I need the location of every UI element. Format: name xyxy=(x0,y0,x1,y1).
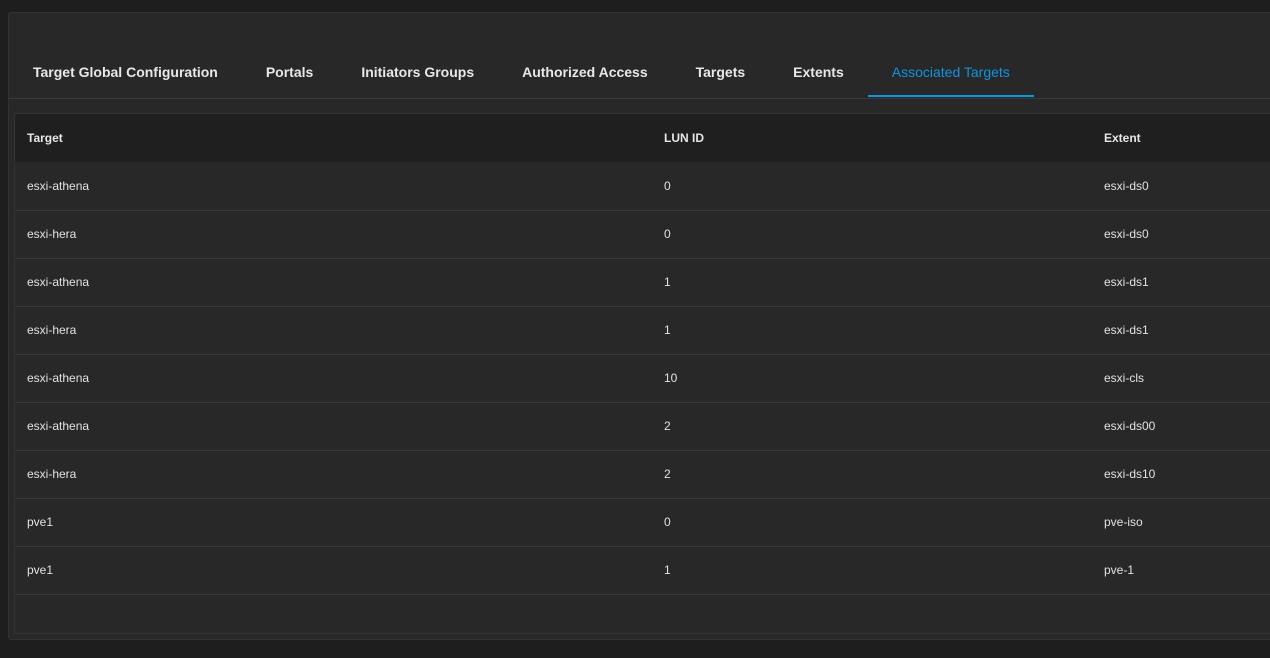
associated-targets-table-container: Target LUN ID Extent esxi-athena 0 esxi-… xyxy=(14,113,1270,634)
table-row[interactable]: esxi-athena 10 esxi-cls xyxy=(15,354,1270,402)
iscsi-panel: Target Global Configuration Portals Init… xyxy=(8,12,1270,640)
cell-lun-id: 0 xyxy=(664,178,671,193)
cell-target: pve1 xyxy=(27,563,54,577)
tab-initiators-groups[interactable]: Initiators Groups xyxy=(337,50,498,97)
cell-lun-id: 0 xyxy=(664,227,671,241)
cell-target: pve1 xyxy=(27,515,54,529)
cell-target: esxi-hera xyxy=(27,467,77,481)
tab-associated-targets[interactable]: Associated Targets xyxy=(867,50,1034,97)
cell-lun-id: 1 xyxy=(664,563,671,577)
table-header-row: Target LUN ID Extent xyxy=(15,114,1270,162)
tab-target-global-configuration[interactable]: Target Global Configuration xyxy=(9,50,242,97)
table-row[interactable]: esxi-athena 1 esxi-ds1 xyxy=(15,258,1270,306)
cell-target: esxi-hera xyxy=(27,323,77,337)
cell-extent: esxi-ds0 xyxy=(1104,227,1149,241)
tab-bar: Target Global Configuration Portals Init… xyxy=(9,50,1270,99)
cell-lun-id: 1 xyxy=(664,275,671,289)
tab-extents[interactable]: Extents xyxy=(769,50,868,97)
table-row[interactable]: pve1 0 pve-iso xyxy=(15,498,1270,546)
column-header-lun-id[interactable]: LUN ID xyxy=(652,114,1092,162)
table-row[interactable]: esxi-hera 2 esxi-ds10 xyxy=(15,450,1270,498)
table-row[interactable]: esxi-athena 0 esxi-ds0 xyxy=(15,162,1270,210)
cell-extent: esxi-ds1 xyxy=(1104,275,1149,289)
cell-extent: esxi-ds00 xyxy=(1104,419,1156,433)
cell-extent: esxi-ds1 xyxy=(1104,323,1149,337)
associated-targets-table: Target LUN ID Extent esxi-athena 0 esxi-… xyxy=(15,114,1270,595)
cell-target: esxi-athena xyxy=(27,419,90,433)
cell-lun-id: 0 xyxy=(664,515,671,529)
cell-extent: esxi-ds0 xyxy=(1104,178,1149,193)
cell-extent: esxi-ds10 xyxy=(1104,467,1156,481)
cell-extent: esxi-cls xyxy=(1104,371,1145,385)
table-row[interactable]: esxi-athena 2 esxi-ds00 xyxy=(15,402,1270,450)
cell-lun-id: 2 xyxy=(664,419,671,433)
tab-targets[interactable]: Targets xyxy=(672,50,770,97)
cell-target: esxi-hera xyxy=(27,227,77,241)
tab-authorized-access[interactable]: Authorized Access xyxy=(498,50,672,97)
table-row[interactable]: esxi-hera 0 esxi-ds0 xyxy=(15,210,1270,258)
tab-portals[interactable]: Portals xyxy=(242,50,337,97)
cell-target: esxi-athena xyxy=(27,371,90,385)
column-header-target[interactable]: Target xyxy=(15,114,652,162)
table-row[interactable]: pve1 1 pve-1 xyxy=(15,546,1270,594)
column-header-extent[interactable]: Extent xyxy=(1092,114,1270,162)
table-row[interactable]: esxi-hera 1 esxi-ds1 xyxy=(15,306,1270,354)
cell-target: esxi-athena xyxy=(27,178,90,193)
cell-target: esxi-athena xyxy=(27,275,90,289)
cell-extent: pve-iso xyxy=(1104,515,1143,529)
cell-lun-id: 1 xyxy=(664,323,671,337)
cell-extent: pve-1 xyxy=(1104,563,1135,577)
cell-lun-id: 2 xyxy=(664,467,671,481)
cell-lun-id: 10 xyxy=(664,371,678,385)
